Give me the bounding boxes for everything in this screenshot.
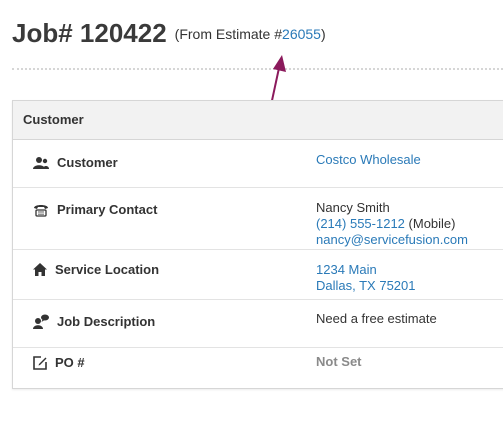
contact-phone-type: (Mobile) [408, 216, 456, 231]
users-icon [33, 156, 49, 169]
user-comment-icon [33, 314, 49, 329]
job-description-label-text: Job Description [57, 314, 156, 329]
service-location-row: Service Location 1234 Main Dallas, TX 75… [13, 250, 503, 300]
header-divider [12, 68, 503, 70]
estimate-source: (From Estimate #26055) [175, 26, 326, 42]
page-title: Job# 120422 [12, 18, 167, 48]
customer-link[interactable]: Costco Wholesale [316, 152, 421, 168]
primary-contact-value: Nancy Smith (214) 555-1212 (Mobile) nanc… [316, 200, 468, 248]
job-header: Job# 120422 (From Estimate #26055) [12, 18, 326, 49]
customer-row: Customer Costco Wholesale [13, 140, 503, 188]
po-label: PO # [33, 355, 85, 370]
service-location-label-text: Service Location [55, 262, 160, 277]
contact-email-link[interactable]: nancy@servicefusion.com [316, 232, 468, 247]
primary-contact-label-text: Primary Contact [57, 202, 158, 217]
service-location-value: 1234 Main Dallas, TX 75201 [316, 262, 416, 294]
primary-contact-label: Primary Contact [33, 202, 157, 217]
job-description-label: Job Description [33, 314, 155, 329]
edit-icon [33, 355, 47, 370]
customer-label: Customer [33, 155, 118, 170]
address-line2-link[interactable]: Dallas, TX 75201 [316, 278, 416, 293]
po-label-text: PO # [55, 355, 85, 370]
customer-panel: Customer Customer Costco Wholesale Prima… [12, 100, 503, 389]
po-row: PO # Not Set [13, 348, 503, 390]
contact-phone-line: (214) 555-1212 (Mobile) [316, 216, 468, 232]
panel-title: Customer [13, 101, 503, 140]
service-location-label: Service Location [33, 262, 159, 277]
phone-icon [34, 204, 48, 217]
po-value[interactable]: Not Set [316, 354, 362, 370]
job-description-value: Need a free estimate [316, 311, 437, 326]
estimate-link[interactable]: 26055 [282, 26, 321, 42]
address-line1-link[interactable]: 1234 Main [316, 262, 377, 277]
contact-name: Nancy Smith [316, 200, 390, 215]
estimate-suffix: ) [320, 25, 326, 42]
home-icon [33, 263, 47, 276]
job-description-row: Job Description Need a free estimate [13, 300, 503, 348]
primary-contact-row: Primary Contact Nancy Smith (214) 555-12… [13, 188, 503, 250]
estimate-prefix: (From Estimate # [174, 25, 283, 42]
contact-phone-link[interactable]: (214) 555-1212 [316, 216, 405, 231]
customer-label-text: Customer [57, 155, 118, 170]
